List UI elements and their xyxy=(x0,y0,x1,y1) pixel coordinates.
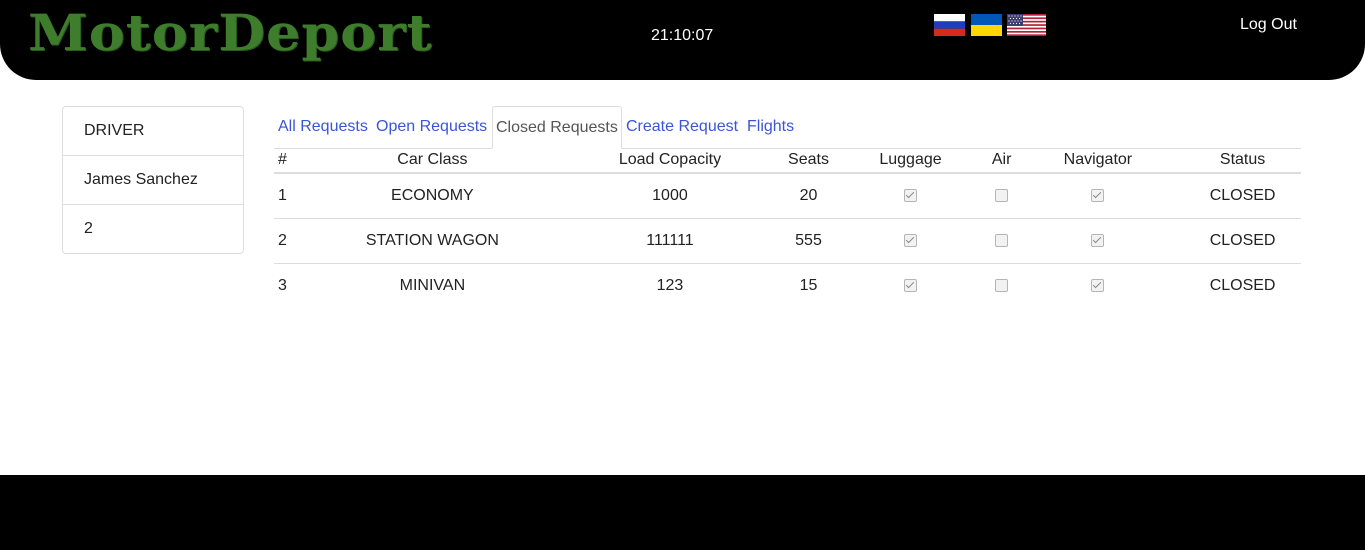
cell-luggage xyxy=(829,173,992,219)
user-role: DRIVER xyxy=(63,107,243,156)
cell-status: CLOSED xyxy=(1184,173,1301,219)
cell-air xyxy=(991,218,1012,264)
cell-air xyxy=(991,173,1012,219)
table-row: 3 MINIVAN 123 15 CLOSED xyxy=(274,264,1301,309)
luggage-checkbox xyxy=(904,234,917,248)
tab-open-requests[interactable]: Open Requests xyxy=(376,106,487,147)
tab-closed-requests[interactable]: Closed Requests xyxy=(492,106,622,149)
cell-seats: 555 xyxy=(787,218,830,264)
logo: MotorDeport xyxy=(28,2,433,62)
logout-link[interactable]: Log Out xyxy=(1240,16,1297,34)
requests-table: # Car Class Load Copacity Seats Luggage … xyxy=(274,148,1301,308)
column-header-car-class: Car Class xyxy=(312,148,553,174)
top-header: MotorDeport 21:10:07 Log Out xyxy=(0,0,1365,80)
tab-all-requests[interactable]: All Requests xyxy=(278,106,368,147)
cell-status: CLOSED xyxy=(1209,277,1276,294)
table-header-row: # Car Class Load Copacity Seats Luggage … xyxy=(274,148,1301,174)
cell-seats: 15 xyxy=(799,277,818,294)
footer xyxy=(0,475,1365,550)
cell-status: CLOSED xyxy=(1184,218,1301,264)
cell-car-class: MINIVAN xyxy=(399,277,466,294)
tab-flights[interactable]: Flights xyxy=(747,106,794,147)
column-header-seats: Seats xyxy=(787,148,830,174)
table-row: 2 STATION WAGON 111111 555 CLOSED xyxy=(274,218,1301,264)
cell-navigator xyxy=(1011,218,1185,264)
clock: 21:10:07 xyxy=(651,27,714,44)
column-header-status: Status xyxy=(1184,148,1301,174)
column-header-luggage: Luggage xyxy=(829,148,992,174)
ukrainian-flag-icon[interactable] xyxy=(971,14,1002,36)
air-checkbox xyxy=(995,189,1009,203)
cell-number: 3 xyxy=(278,277,287,294)
cell-load-capacity: 123 xyxy=(656,277,684,294)
cell-seats: 20 xyxy=(787,173,830,219)
column-header-navigator: Navigator xyxy=(1011,148,1185,174)
cell-car-class: STATION WAGON xyxy=(312,218,553,264)
cell-car-class: ECONOMY xyxy=(312,173,553,219)
air-checkbox xyxy=(995,234,1009,248)
luggage-checkbox xyxy=(904,279,917,293)
column-header-load-capacity: Load Copacity xyxy=(552,148,788,174)
cell-navigator xyxy=(1011,173,1185,219)
cell-number: 2 xyxy=(274,218,313,264)
cell-luggage xyxy=(829,218,992,264)
cell-load-capacity: 1000 xyxy=(552,173,788,219)
cell-number: 1 xyxy=(274,173,313,219)
navigator-checkbox xyxy=(1091,234,1105,248)
column-header-number: # xyxy=(274,148,313,174)
request-tabs: All Requests Open Requests Closed Reques… xyxy=(274,106,1301,149)
luggage-checkbox xyxy=(904,189,917,203)
column-header-air: Air xyxy=(991,148,1012,174)
russian-flag-icon[interactable] xyxy=(934,14,965,36)
user-info-panel: DRIVER James Sanchez 2 xyxy=(62,106,244,254)
table-row: 1 ECONOMY 1000 20 CLOSED xyxy=(274,173,1301,219)
navigator-checkbox xyxy=(1091,279,1105,293)
cell-luggage xyxy=(829,264,991,309)
user-id: 2 xyxy=(84,220,93,237)
cell-navigator xyxy=(1012,264,1185,309)
cell-load-capacity: 111111 xyxy=(552,218,788,264)
tab-create-request[interactable]: Create Request xyxy=(626,106,738,147)
air-checkbox xyxy=(995,279,1009,293)
us-flag-icon[interactable] xyxy=(1007,14,1046,36)
navigator-checkbox xyxy=(1091,189,1105,203)
user-name: James Sanchez xyxy=(63,156,243,205)
cell-air xyxy=(992,264,1012,309)
